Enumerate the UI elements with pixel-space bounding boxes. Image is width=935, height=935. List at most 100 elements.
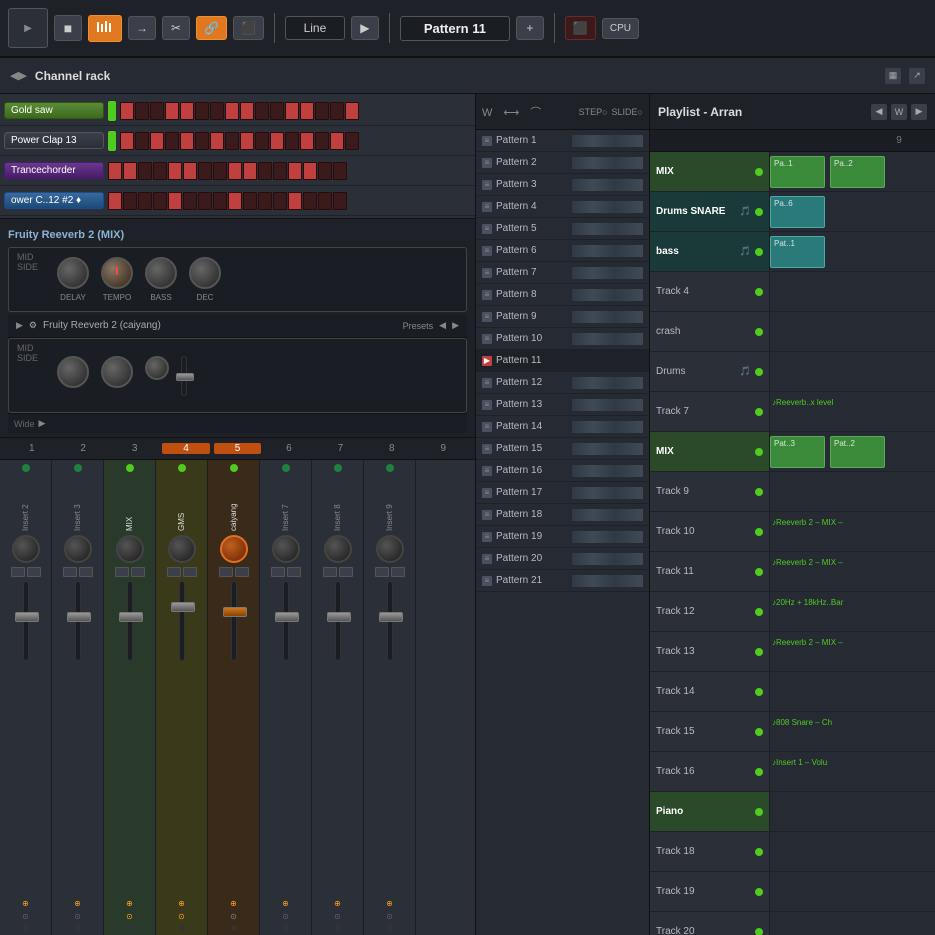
mixer-btn-small-1[interactable] [23, 925, 29, 931]
beat-cell[interactable] [225, 132, 239, 150]
beat-cell[interactable] [138, 192, 152, 210]
mixer-mute-3[interactable] [115, 567, 129, 577]
channel-btn-powerc12[interactable]: ower C..12 #2 ♦ [4, 192, 104, 209]
track-dot-20[interactable] [755, 928, 763, 935]
pattern-toolbar-icon-1[interactable]: W [482, 107, 492, 119]
beat-cell[interactable] [273, 192, 287, 210]
pattern-item-8[interactable]: ≡Pattern 8 [476, 284, 649, 306]
pattern-item-2[interactable]: ≡Pattern 2 [476, 152, 649, 174]
beat-cell[interactable] [303, 162, 317, 180]
mixer-solo-8[interactable] [391, 567, 405, 577]
plugin2-knob3[interactable] [145, 356, 169, 380]
pattern-item-15[interactable]: ≡Pattern 15 [476, 438, 649, 460]
beat-cell[interactable] [135, 102, 149, 120]
plugin2-knob2[interactable] [101, 356, 133, 388]
beat-cell[interactable] [255, 102, 269, 120]
mixer-knob-5[interactable] [220, 535, 248, 563]
beat-cell[interactable] [123, 162, 137, 180]
pattern-item-19[interactable]: ≡Pattern 19 [476, 526, 649, 548]
track-block-2-0[interactable]: Pa..6 [770, 196, 825, 228]
ch-rack-toolbar-icon-1[interactable]: ▦ [885, 68, 901, 84]
beat-cell[interactable] [228, 162, 242, 180]
beat-cell[interactable] [243, 192, 257, 210]
track-block-1-0[interactable]: Pa..1 [770, 156, 825, 188]
pattern-toolbar-icon-2[interactable]: ⟷ [503, 107, 519, 119]
mixer-btn-small-2[interactable] [75, 925, 81, 931]
beat-cell[interactable] [330, 132, 344, 150]
delay-knob[interactable] [57, 257, 89, 289]
track-dot-11[interactable] [755, 568, 763, 576]
beat-cell[interactable] [228, 192, 242, 210]
beat-cell[interactable] [210, 132, 224, 150]
mixer-solo-5[interactable] [235, 567, 249, 577]
beat-cell[interactable] [165, 102, 179, 120]
beat-cell[interactable] [240, 132, 254, 150]
fader-handle-4[interactable] [171, 602, 195, 612]
mixer-mute-4[interactable] [167, 567, 181, 577]
mixer-knob-2[interactable] [64, 535, 92, 563]
mixer-knob-3[interactable] [116, 535, 144, 563]
pattern-item-16[interactable]: ≡Pattern 16 [476, 460, 649, 482]
playlist-icon-prev[interactable]: ◀ [871, 104, 887, 120]
dec-knob[interactable] [189, 257, 221, 289]
beat-cell[interactable] [273, 162, 287, 180]
fader-handle-8[interactable] [379, 612, 403, 622]
toolbar-rec-btn[interactable]: ⬛ [565, 16, 596, 40]
track-dot-2[interactable] [755, 208, 763, 216]
track-dot-12[interactable] [755, 608, 763, 616]
beat-cell[interactable] [108, 192, 122, 210]
beat-cell[interactable] [318, 192, 332, 210]
beat-cell[interactable] [195, 102, 209, 120]
mixer-solo-2[interactable] [79, 567, 93, 577]
pattern-item-7[interactable]: ≡Pattern 7 [476, 262, 649, 284]
beat-cell[interactable] [333, 162, 347, 180]
playlist-tracks[interactable]: MIXPa..1Pa..2Drums SNARE🎵Pa..6bass🎵Pat..… [650, 152, 935, 935]
mixer-dot-5[interactable] [230, 464, 238, 472]
presets-label[interactable]: Presets [403, 321, 434, 331]
beat-cell[interactable] [198, 162, 212, 180]
track-block-8-1[interactable]: Pat..2 [830, 436, 885, 468]
beat-cell[interactable] [270, 102, 284, 120]
beat-cell[interactable] [225, 102, 239, 120]
plugin2-knob1[interactable] [57, 356, 89, 388]
pattern-add-btn[interactable]: + [516, 16, 544, 40]
mixer-btn-small-7[interactable] [335, 925, 341, 931]
beat-cell[interactable] [258, 192, 272, 210]
mixer-knob-1[interactable] [12, 535, 40, 563]
beat-cell[interactable] [210, 102, 224, 120]
beat-cell[interactable] [153, 192, 167, 210]
beat-cell[interactable] [315, 102, 329, 120]
fader-handle-1[interactable] [15, 612, 39, 622]
beat-cell[interactable] [285, 132, 299, 150]
beat-cell[interactable] [288, 162, 302, 180]
fader-handle-5[interactable] [223, 607, 247, 617]
mixer-mute-6[interactable] [271, 567, 285, 577]
beat-cell[interactable] [213, 192, 227, 210]
beat-cell[interactable] [285, 102, 299, 120]
beat-cell[interactable] [303, 192, 317, 210]
toolbar-cpu-btn[interactable]: CPU [602, 18, 639, 39]
beat-cell[interactable] [213, 162, 227, 180]
pattern-item-11[interactable]: ▶Pattern 11 [476, 350, 649, 372]
track-dot-7[interactable] [755, 408, 763, 416]
track-dot-19[interactable] [755, 888, 763, 896]
track-dot-10[interactable] [755, 528, 763, 536]
track-block-8-0[interactable]: Pat..3 [770, 436, 825, 468]
track-dot-5[interactable] [755, 328, 763, 336]
mixer-btn-small-4[interactable] [179, 925, 185, 931]
toolbar-mixer-btn[interactable] [88, 15, 122, 42]
beat-cell[interactable] [120, 102, 134, 120]
beat-cell[interactable] [168, 192, 182, 210]
track-dot-8[interactable] [755, 448, 763, 456]
mixer-btn-small-5[interactable] [231, 925, 237, 931]
beat-cell[interactable] [180, 102, 194, 120]
mixer-solo-3[interactable] [131, 567, 145, 577]
ch-rack-toolbar-icon-2[interactable]: ↗ [909, 68, 925, 84]
beat-cell[interactable] [108, 162, 122, 180]
beat-cell[interactable] [153, 162, 167, 180]
beat-cell[interactable] [300, 102, 314, 120]
beat-cell[interactable] [330, 102, 344, 120]
beat-cell[interactable] [168, 162, 182, 180]
mixer-mute-8[interactable] [375, 567, 389, 577]
fader-handle-2[interactable] [67, 612, 91, 622]
